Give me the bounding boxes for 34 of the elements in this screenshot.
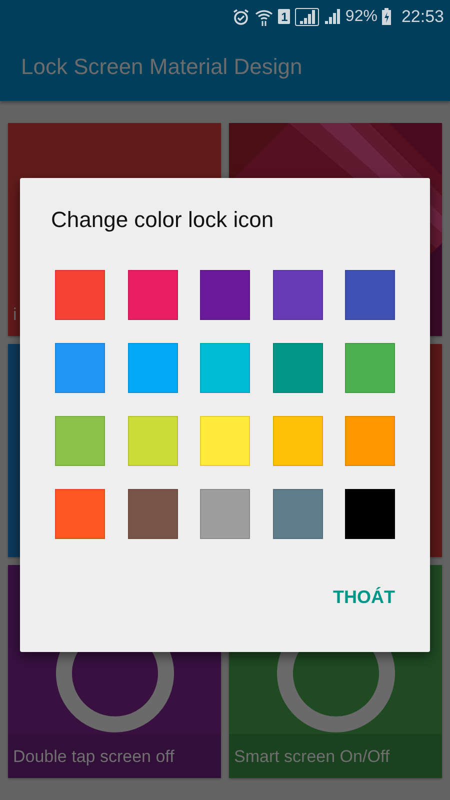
color-swatch[interactable] [200,416,250,466]
alarm-icon [232,8,250,26]
color-swatch[interactable] [345,343,395,393]
color-swatch[interactable] [128,489,178,539]
tile-label: Double tap screen off [13,746,176,768]
clock-time: 22:53 [401,8,444,25]
signal-icon [324,9,340,24]
color-swatch[interactable] [345,489,395,539]
color-swatch[interactable] [272,270,322,320]
color-swatch[interactable] [345,270,395,320]
color-swatch[interactable] [272,489,322,539]
color-swatch[interactable] [128,343,178,393]
signal-icon [295,8,320,26]
color-swatch[interactable] [55,416,105,466]
color-swatch[interactable] [55,489,105,539]
sim-icon: 1 [278,9,290,24]
color-swatch[interactable] [345,416,395,466]
color-swatch[interactable] [128,270,178,320]
color-swatch[interactable] [200,489,250,539]
exit-button[interactable]: THOÁT [323,579,405,616]
color-swatch[interactable] [200,343,250,393]
wifi-icon [255,8,274,26]
color-swatch[interactable] [55,343,105,393]
color-swatch[interactable] [128,416,178,466]
color-swatch[interactable] [200,270,250,320]
dialog-title: Change color lock icon [51,206,275,234]
tile-label: Smart screen On/Off [234,746,391,768]
battery-percent: 92% [345,8,378,24]
color-swatch[interactable] [55,270,105,320]
tile-label: i [13,304,18,326]
battery-charging-icon [382,8,392,25]
color-swatch[interactable] [272,343,322,393]
app-title: Lock Screen Material Design [21,54,302,80]
color-swatch[interactable] [272,416,322,466]
